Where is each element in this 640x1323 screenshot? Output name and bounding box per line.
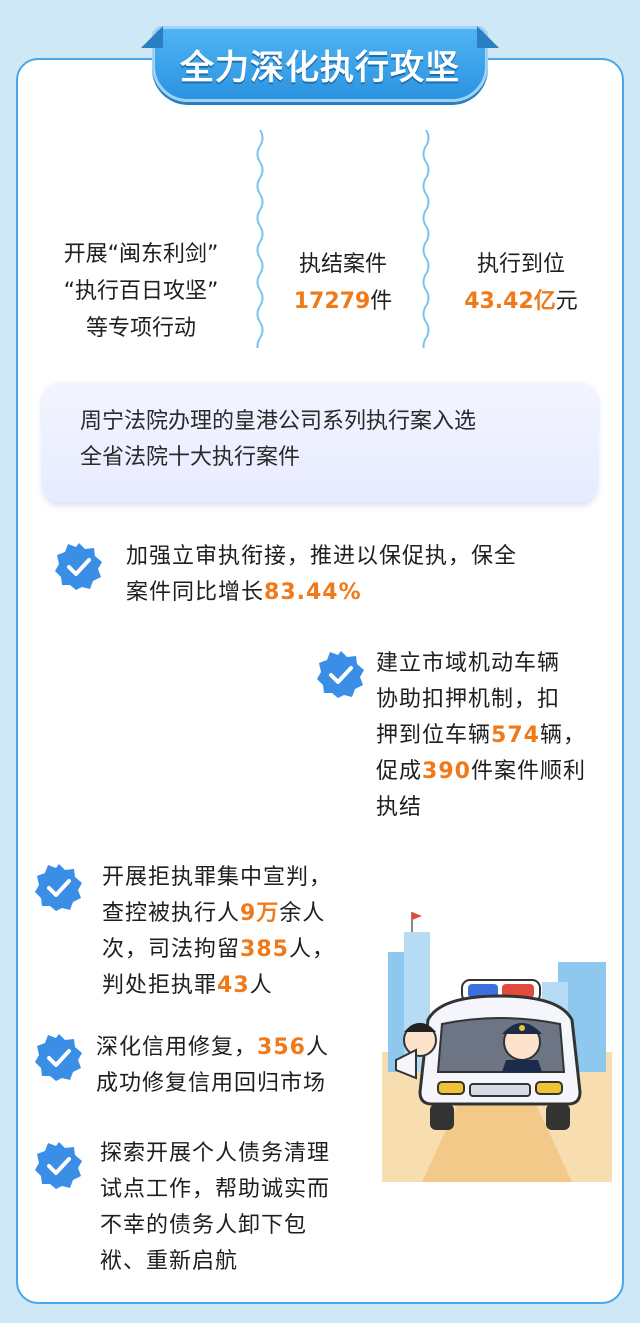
item2-line4-post: 件案件顺利 (470, 759, 586, 784)
item3-line2-pre: 查控被执行人 (102, 901, 241, 926)
item5-line3: 不幸的债务人卸下包 (100, 1213, 308, 1238)
item1-line1: 加强立审执衔接，推进以保促执，保全 (126, 544, 518, 569)
check-badge-icon (35, 864, 82, 911)
item3-value2: 385 (240, 937, 289, 962)
item4-line1-pre: 深化信用修复， (96, 1035, 258, 1060)
cases-label: 执结案件 (298, 252, 387, 277)
police-car-illustration (382, 892, 612, 1182)
money-unit: 元 (555, 289, 578, 314)
item4-line2: 成功修复信用回归市场 (96, 1071, 327, 1096)
cases-unit: 件 (370, 289, 393, 314)
item4-value: 356 (257, 1035, 306, 1060)
highlight-box: 周宁法院办理的皇港公司系列执行案入选 全省法院十大执行案件 (42, 382, 598, 502)
check-badge-icon (35, 1142, 82, 1189)
banner-title: 全力深化执行攻坚 (180, 47, 460, 88)
stat-cases: 执结案件 17279件 (270, 246, 416, 320)
item-3: 开展拒执罪集中宣判， 查控被执行人9万余人 次，司法拘留385人， 判处拒执罪4… (102, 860, 372, 1004)
stat-money: 执行到位 43.42亿元 (436, 246, 606, 320)
wavy-divider-left (256, 130, 264, 348)
item3-line4-post: 人 (249, 973, 273, 998)
check-badge-icon (55, 543, 102, 590)
campaign-line3: 等专项行动 (85, 316, 196, 341)
item2-line3-post: 辆， (539, 723, 586, 748)
title-banner: 全力深化执行攻坚 (152, 26, 488, 102)
item2-line4-pre: 促成 (376, 759, 423, 784)
campaign-line1: 开展“闽东利剑” (63, 242, 219, 267)
item1-value: 83.44% (264, 580, 362, 605)
item3-value1: 9万 (240, 901, 280, 926)
item2-line5: 执结 (376, 795, 423, 820)
cases-value: 17279 (293, 289, 371, 314)
item3-line3-post: 人， (288, 937, 335, 962)
money-value: 43.42亿 (464, 289, 556, 314)
item3-line1: 开展拒执罪集中宣判， (102, 865, 333, 890)
item3-line3-pre: 次，司法拘留 (102, 937, 241, 962)
money-label: 执行到位 (476, 252, 565, 277)
item-1: 加强立审执衔接，推进以保促执，保全 案件同比增长83.44% (126, 539, 606, 611)
item2-value1: 574 (491, 723, 540, 748)
item3-value3: 43 (217, 973, 250, 998)
check-badge-icon (317, 651, 364, 698)
item4-line1-post: 人 (305, 1035, 329, 1060)
item-5: 探索开展个人债务清理 试点工作，帮助诚实而 不幸的债务人卸下包 袱、重新启航 (100, 1136, 376, 1280)
item3-line4-pre: 判处拒执罪 (102, 973, 218, 998)
item2-line1: 建立市域机动车辆 (376, 651, 561, 676)
highlight-line1: 周宁法院办理的皇港公司系列执行案入选 (80, 409, 477, 434)
check-badge-icon (35, 1034, 82, 1081)
highlight-line2: 全省法院十大执行案件 (80, 445, 301, 470)
stat-campaign: 开展“闽东利剑” “执行百日攻坚” 等专项行动 (30, 236, 252, 347)
wavy-divider-right (422, 130, 430, 348)
item-4: 深化信用修复，356人 成功修复信用回归市场 (96, 1030, 376, 1102)
item3-line2-post: 余人 (279, 901, 326, 926)
campaign-line2: “执行百日攻坚” (63, 279, 219, 304)
item5-line2: 试点工作，帮助诚实而 (100, 1177, 331, 1202)
item-2: 建立市域机动车辆 协助扣押机制，扣 押到位车辆574辆， 促成390件案件顺利 … (376, 646, 608, 826)
item5-line1: 探索开展个人债务清理 (100, 1141, 331, 1166)
item2-value2: 390 (422, 759, 471, 784)
item1-line2: 案件同比增长 (126, 580, 265, 605)
item2-line2: 协助扣押机制，扣 (376, 687, 561, 712)
item5-line4: 袱、重新启航 (100, 1249, 239, 1274)
item2-line3-pre: 押到位车辆 (376, 723, 492, 748)
